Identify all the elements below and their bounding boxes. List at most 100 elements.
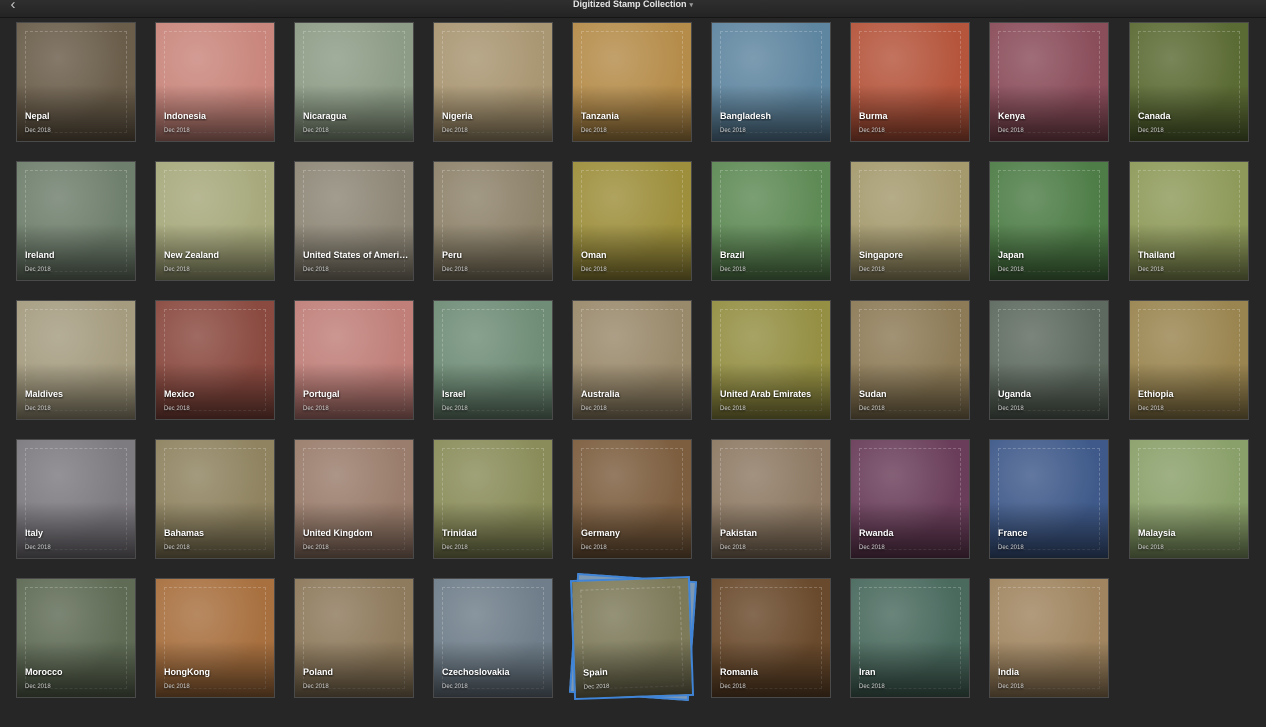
stamp-date-label: Dec 2018 — [442, 545, 468, 551]
stamp-date-label: Dec 2018 — [998, 128, 1024, 134]
photo-tile[interactable]: Germany Dec 2018 — [572, 439, 692, 559]
photo-tile[interactable]: Nicaragua Dec 2018 — [294, 22, 414, 142]
stamp-country-label: Ireland — [25, 250, 55, 260]
photo-tile[interactable]: Tanzania Dec 2018 — [572, 22, 692, 142]
stamp-date-label: Dec 2018 — [998, 267, 1024, 273]
stamp-date-label: Dec 2018 — [25, 684, 51, 690]
stamp-date-label: Dec 2018 — [25, 267, 51, 273]
stamp-date-label: Dec 2018 — [303, 267, 329, 273]
photo-tile[interactable]: India Dec 2018 — [989, 578, 1109, 698]
stamp-country-label: Bangladesh — [720, 111, 772, 121]
photo-tile[interactable]: Kenya Dec 2018 — [989, 22, 1109, 142]
photo-tile[interactable]: Brazil Dec 2018 — [711, 161, 831, 281]
stamp-date-label: Dec 2018 — [720, 267, 746, 273]
stamp-country-label: Trinidad — [442, 528, 478, 538]
photo-tile[interactable]: Peru Dec 2018 — [433, 161, 553, 281]
stamp-country-label: Uganda — [998, 389, 1032, 399]
stamp-date-label: Dec 2018 — [859, 128, 885, 134]
stamp-date-label: Dec 2018 — [720, 406, 746, 412]
photo-tile[interactable]: United Arab Emirates Dec 2018 — [711, 300, 831, 420]
stamp-country-label: France — [998, 528, 1028, 538]
photo-tile[interactable]: Pakistan Dec 2018 — [711, 439, 831, 559]
stamp-date-label: Dec 2018 — [164, 406, 190, 412]
stamp-country-label: Mexico — [164, 389, 195, 399]
photo-tile[interactable]: Spain Dec 2018 — [569, 575, 695, 701]
stamp-date-label: Dec 2018 — [1138, 545, 1164, 551]
photo-tile[interactable]: Iran Dec 2018 — [850, 578, 970, 698]
photo-tile[interactable]: Burma Dec 2018 — [850, 22, 970, 142]
photo-tile[interactable]: United States of America Dec 2018 — [294, 161, 414, 281]
stamp-country-label: Singapore — [859, 250, 904, 260]
stamp-country-label: Nigeria — [442, 111, 473, 121]
stamp-date-label: Dec 2018 — [303, 406, 329, 412]
photo-tile[interactable]: Singapore Dec 2018 — [850, 161, 970, 281]
photo-tile[interactable]: Ethiopia Dec 2018 — [1129, 300, 1249, 420]
photo-tile[interactable]: Trinidad Dec 2018 — [433, 439, 553, 559]
photo-tile[interactable]: Australia Dec 2018 — [572, 300, 692, 420]
photo-tile[interactable]: France Dec 2018 — [989, 439, 1109, 559]
photo-tile[interactable]: Poland Dec 2018 — [294, 578, 414, 698]
photo-tile[interactable]: Italy Dec 2018 — [16, 439, 136, 559]
stamp-country-label: Sudan — [859, 389, 887, 399]
photo-tile[interactable]: Canada Dec 2018 — [1129, 22, 1249, 142]
stamp-country-label: Morocco — [25, 667, 63, 677]
stamp-country-label: Iran — [859, 667, 876, 677]
stamp-country-label: Poland — [303, 667, 334, 677]
photo-tile[interactable]: Indonesia Dec 2018 — [155, 22, 275, 142]
stamp-date-label: Dec 2018 — [1138, 267, 1164, 273]
stamp-country-label: Czechoslovakia — [442, 667, 510, 677]
photo-tile[interactable]: Czechoslovakia Dec 2018 — [433, 578, 553, 698]
photo-tile[interactable]: Thailand Dec 2018 — [1129, 161, 1249, 281]
photo-tile[interactable]: Mexico Dec 2018 — [155, 300, 275, 420]
photo-tile[interactable]: Maldives Dec 2018 — [16, 300, 136, 420]
photo-tile[interactable]: Nepal Dec 2018 — [16, 22, 136, 142]
photo-tile[interactable]: Oman Dec 2018 — [572, 161, 692, 281]
photo-tile[interactable]: Bahamas Dec 2018 — [155, 439, 275, 559]
photo-tile[interactable]: New Zealand Dec 2018 — [155, 161, 275, 281]
stamp-date-label: Dec 2018 — [720, 128, 746, 134]
stamp-date-label: Dec 2018 — [442, 267, 468, 273]
photo-tile[interactable]: Japan Dec 2018 — [989, 161, 1109, 281]
stamp-date-label: Dec 2018 — [859, 406, 885, 412]
stamp-date-label: Dec 2018 — [25, 128, 51, 134]
photo-tile[interactable]: United Kingdom Dec 2018 — [294, 439, 414, 559]
stamp-date-label: Dec 2018 — [303, 684, 329, 690]
stamp-country-label: Portugal — [303, 389, 340, 399]
stamp-country-label: Indonesia — [164, 111, 207, 121]
stamp-country-label: United Arab Emirates — [720, 389, 812, 399]
stamp-date-label: Dec 2018 — [164, 128, 190, 134]
photo-tile[interactable]: HongKong Dec 2018 — [155, 578, 275, 698]
stamp-date-label: Dec 2018 — [303, 545, 329, 551]
photo-tile[interactable]: Uganda Dec 2018 — [989, 300, 1109, 420]
stamp-date-label: Dec 2018 — [164, 267, 190, 273]
photo-tile[interactable]: Israel Dec 2018 — [433, 300, 553, 420]
stamp-country-label: Kenya — [998, 111, 1026, 121]
stamp-country-label: India — [998, 667, 1020, 677]
stamp-country-label: Romania — [720, 667, 759, 677]
stamp-date-label: Dec 2018 — [303, 128, 329, 134]
stamp-country-label: Burma — [859, 111, 888, 121]
stamp-date-label: Dec 2018 — [25, 406, 51, 412]
photo-tile[interactable]: Nigeria Dec 2018 — [433, 22, 553, 142]
stamp-date-label: Dec 2018 — [581, 267, 607, 273]
photo-tile[interactable]: Sudan Dec 2018 — [850, 300, 970, 420]
stamp-date-label: Dec 2018 — [998, 545, 1024, 551]
stamp-country-label: Oman — [581, 250, 607, 260]
stamp-date-label: Dec 2018 — [720, 684, 746, 690]
photo-tile[interactable]: Ireland Dec 2018 — [16, 161, 136, 281]
stamp-country-label: Malaysia — [1138, 528, 1176, 538]
photo-tile[interactable]: Rwanda Dec 2018 — [850, 439, 970, 559]
stamp-date-label: Dec 2018 — [1138, 128, 1164, 134]
stamp-country-label: Nepal — [25, 111, 50, 121]
photo-tile[interactable]: Portugal Dec 2018 — [294, 300, 414, 420]
photo-tile[interactable]: Malaysia Dec 2018 — [1129, 439, 1249, 559]
photo-tile[interactable]: Morocco Dec 2018 — [16, 578, 136, 698]
stamp-country-label: Peru — [442, 250, 463, 260]
stamp-date-label: Dec 2018 — [720, 545, 746, 551]
photo-tile[interactable]: Romania Dec 2018 — [711, 578, 831, 698]
stamp-date-label: Dec 2018 — [859, 545, 885, 551]
stamp-country-label: Japan — [998, 250, 1025, 260]
stamp-country-label: Maldives — [25, 389, 64, 399]
photo-tile[interactable]: Bangladesh Dec 2018 — [711, 22, 831, 142]
stamp-country-label: New Zealand — [164, 250, 220, 260]
